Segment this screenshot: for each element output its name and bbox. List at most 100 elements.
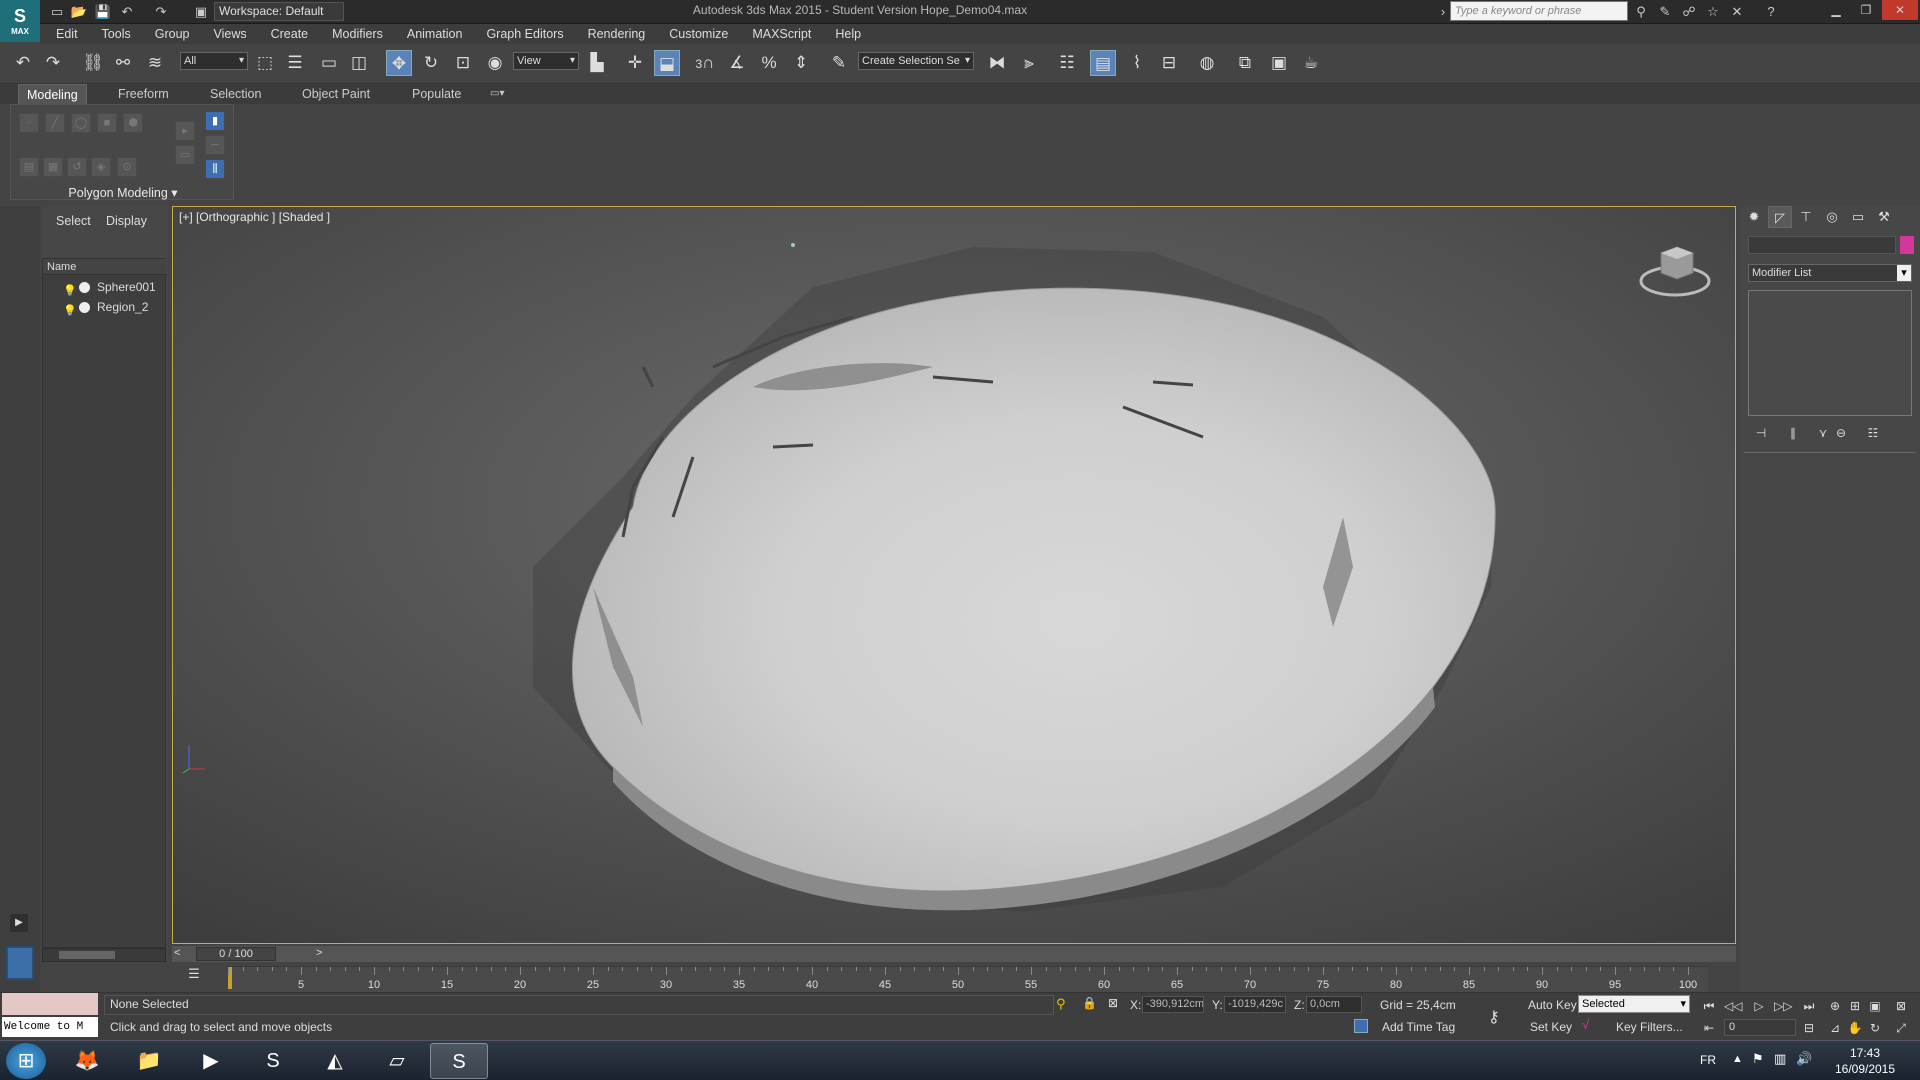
pin-stack-icon[interactable]: ⫼: [205, 159, 225, 179]
communication-icon[interactable]: ☍: [1680, 3, 1698, 21]
zoom-icon[interactable]: ⊕: [1826, 997, 1844, 1015]
tab-object-paint[interactable]: Object Paint: [294, 84, 378, 104]
display-panel-icon[interactable]: ▭: [1846, 206, 1870, 228]
app-logo[interactable]: S MAX: [0, 0, 40, 42]
language-indicator[interactable]: FR: [1700, 1053, 1716, 1067]
field-of-view-icon[interactable]: ⊿: [1826, 1019, 1844, 1037]
favorites-star-icon[interactable]: ☆: [1704, 3, 1722, 21]
new-file-icon[interactable]: ▭: [48, 3, 66, 21]
menu-maxscript[interactable]: MAXScript: [740, 24, 823, 44]
tab-display[interactable]: Display: [106, 214, 147, 228]
add-time-tag[interactable]: Add Time Tag: [1382, 1020, 1455, 1034]
menu-tools[interactable]: Tools: [90, 24, 143, 44]
system-clock[interactable]: 17:43 16/09/2015: [1820, 1045, 1910, 1077]
workspace-dropdown[interactable]: Workspace: Default: [214, 2, 344, 21]
lock-selection-icon[interactable]: 🔒: [1082, 996, 1097, 1010]
tab-select[interactable]: Select: [56, 214, 91, 228]
schematic-view-icon[interactable]: ⊟: [1156, 50, 1182, 76]
material-editor-icon[interactable]: ◍: [1194, 50, 1220, 76]
link-icon[interactable]: ⛓: [80, 50, 106, 76]
menu-graph-editors[interactable]: Graph Editors: [474, 24, 575, 44]
angle-snap-icon[interactable]: ∡: [724, 50, 750, 76]
modifier-stack[interactable]: [1748, 290, 1912, 416]
remove-modifier-icon[interactable]: ⊖: [1832, 424, 1850, 442]
viewport-perspective[interactable]: [+] [Orthographic ] [Shaded ]: [172, 206, 1736, 944]
current-frame-field[interactable]: 0: [1724, 1019, 1796, 1036]
project-folder-icon[interactable]: ▣: [192, 3, 210, 21]
utilities-panel-icon[interactable]: ⚒: [1872, 206, 1896, 228]
previous-frame-icon[interactable]: ◁◁: [1724, 997, 1742, 1015]
modifier-list-dropdown[interactable]: Modifier List ▾: [1748, 264, 1912, 282]
manipulate-icon[interactable]: ✛: [622, 50, 648, 76]
percent-snap-icon[interactable]: %: [756, 50, 782, 76]
keyboard-shortcut-override-icon[interactable]: ⬓: [654, 50, 680, 76]
menu-rendering[interactable]: Rendering: [576, 24, 658, 44]
menu-edit[interactable]: Edit: [44, 24, 90, 44]
x-coordinate-field[interactable]: -390,912cm: [1142, 996, 1204, 1013]
media-player-icon[interactable]: ▶: [182, 1043, 240, 1079]
time-prev-icon[interactable]: <: [174, 947, 180, 959]
scrollbar-thumb[interactable]: [59, 951, 115, 959]
next-frame-icon[interactable]: ▷▷: [1774, 997, 1792, 1015]
select-and-scale-icon[interactable]: ⊡: [450, 50, 476, 76]
menu-customize[interactable]: Customize: [657, 24, 740, 44]
mirror-icon[interactable]: ⧓: [984, 50, 1010, 76]
object-name-field[interactable]: [1748, 236, 1896, 254]
toggle-command-mode-icon[interactable]: ─: [205, 135, 225, 155]
ribbon-options-icon[interactable]: ▭▾: [482, 84, 512, 104]
show-end-result-icon[interactable]: ∥: [1784, 424, 1802, 442]
menu-modifiers[interactable]: Modifiers: [320, 24, 395, 44]
maxscript-welcome[interactable]: Welcome to M: [2, 1017, 98, 1037]
notepad-icon[interactable]: ▱: [368, 1043, 426, 1079]
select-and-move-icon[interactable]: ✥: [386, 50, 412, 76]
light-bulb-icon[interactable]: 💡: [63, 301, 77, 321]
swiftloop-icon[interactable]: ⊙: [117, 157, 137, 177]
open-file-icon[interactable]: 📂: [70, 3, 88, 21]
show-hidden-icons-icon[interactable]: ▲: [1732, 1053, 1743, 1065]
preserve-uvs-icon[interactable]: ▦: [43, 157, 63, 177]
selection-filter-dropdown[interactable]: All: [180, 52, 248, 70]
expand-arrow-icon[interactable]: ▶: [10, 914, 28, 932]
select-object-icon[interactable]: ⬚: [252, 50, 278, 76]
menu-views[interactable]: Views: [201, 24, 258, 44]
key-mode-toggle-icon[interactable]: ⇤: [1700, 1019, 1718, 1037]
close-icon[interactable]: ✕: [1882, 0, 1918, 20]
set-key-mode-icon[interactable]: √: [1582, 1017, 1600, 1035]
curve-editor-icon[interactable]: ⌇: [1124, 50, 1150, 76]
network-icon[interactable]: ▥: [1774, 1051, 1786, 1067]
viewcube-icon[interactable]: [1639, 237, 1711, 297]
horizontal-scrollbar[interactable]: [42, 948, 166, 962]
configure-modifier-sets-icon[interactable]: ☷: [1864, 424, 1882, 442]
modify-mode-icon[interactable]: ▤: [19, 157, 39, 177]
binoculars-icon[interactable]: ⚲: [1632, 3, 1650, 21]
quickslice-icon[interactable]: ◈: [91, 157, 111, 177]
align-icon[interactable]: ⫸: [1016, 50, 1042, 76]
menu-help[interactable]: Help: [823, 24, 873, 44]
element-mode-icon[interactable]: ⬢: [123, 113, 143, 133]
unlink-icon[interactable]: ⚯: [110, 50, 136, 76]
list-item[interactable]: 💡 Sphere001: [43, 277, 167, 297]
pivot-center-icon[interactable]: ▙: [584, 50, 610, 76]
isolate-selection-icon[interactable]: ⚲: [1056, 996, 1066, 1012]
search-input[interactable]: Type a keyword or phrase: [1450, 1, 1628, 21]
vertex-mode-icon[interactable]: ⁘: [19, 113, 39, 133]
edit-poly-icon[interactable]: ▸: [175, 121, 195, 141]
viewport-label[interactable]: [+] [Orthographic ] [Shaded ]: [179, 210, 330, 224]
reference-coordinate-dropdown[interactable]: View: [513, 52, 579, 70]
unity-icon[interactable]: ◭: [306, 1043, 364, 1079]
render-production-icon[interactable]: ☕: [1298, 50, 1324, 76]
bind-space-warp-icon[interactable]: ≋: [142, 50, 168, 76]
tab-selection[interactable]: Selection: [202, 84, 269, 104]
border-mode-icon[interactable]: ◯: [71, 113, 91, 133]
polygon-mode-icon[interactable]: ■: [97, 113, 117, 133]
3dsmax-icon[interactable]: S: [430, 1043, 488, 1079]
set-key-button[interactable]: Set Key: [1530, 1020, 1572, 1034]
file-explorer-icon[interactable]: 📁: [120, 1043, 178, 1079]
create-panel-icon[interactable]: ✹: [1742, 206, 1766, 228]
pan-view-icon[interactable]: ✋: [1846, 1019, 1864, 1037]
edge-mode-icon[interactable]: ╱: [45, 113, 65, 133]
undo-icon[interactable]: ↶: [118, 3, 136, 21]
collapse-stack-icon[interactable]: ▭: [175, 145, 195, 165]
maxscript-listener-field[interactable]: [2, 993, 98, 1015]
make-unique-icon[interactable]: ⋎: [1814, 424, 1832, 442]
